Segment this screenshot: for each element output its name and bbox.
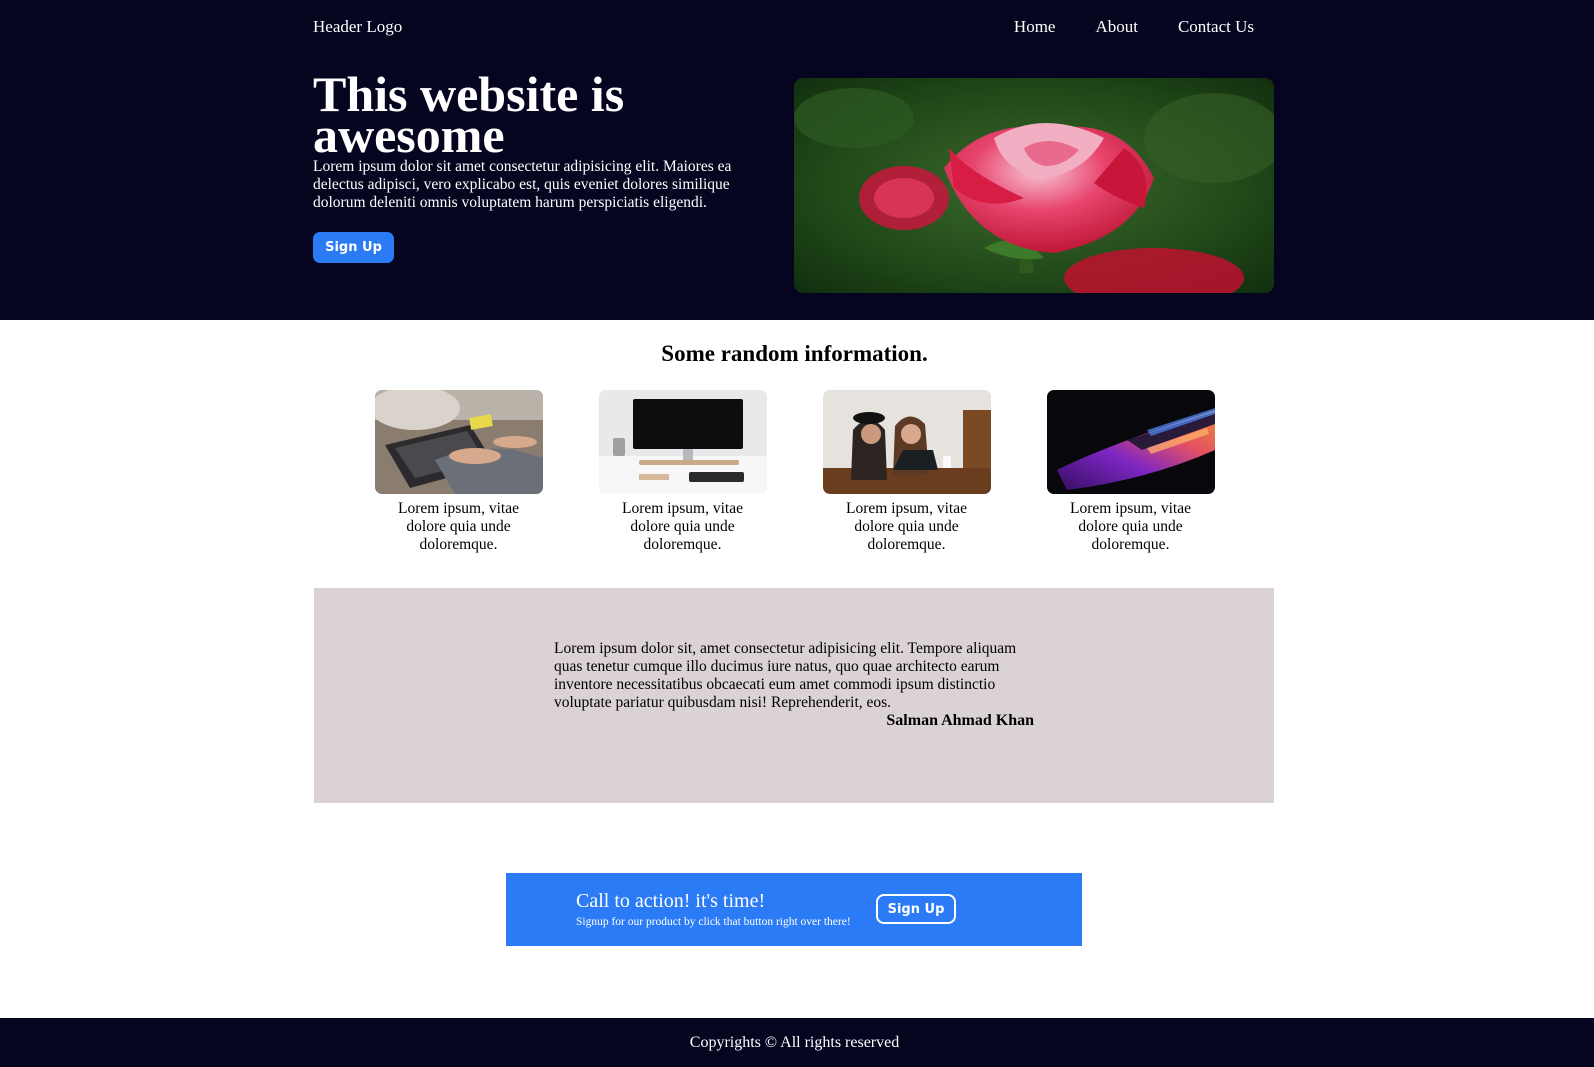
call-to-action-banner: Call to action! it's time! Signup for ou… <box>506 873 1082 946</box>
info-card: Lorem ipsum, vitae dolore quia unde dolo… <box>598 390 767 554</box>
desk-monitor-image <box>598 390 767 494</box>
footer-copyright: Copyrights © All rights reserved <box>689 1034 900 1051</box>
header-logo[interactable]: Header Logo <box>313 17 402 37</box>
nav-about-link[interactable]: About <box>1095 17 1138 37</box>
hero-signup-button[interactable]: Sign Up <box>313 232 394 263</box>
hero-description: Lorem ipsum dolor sit amet consectetur a… <box>313 158 732 211</box>
info-card-text: Lorem ipsum, vitae dolore quia unde dolo… <box>622 500 743 553</box>
info-card: Lorem ipsum, vitae dolore quia unde dolo… <box>374 390 543 554</box>
laptop-typing-image <box>374 390 543 494</box>
info-cards: Lorem ipsum, vitae dolore quia unde dolo… <box>0 390 1589 554</box>
testimonial-quote: Lorem ipsum dolor sit, amet consectetur … <box>554 640 1017 711</box>
cta-signup-button[interactable]: Sign Up <box>876 894 956 924</box>
hero-section: Header Logo Home About Contact Us This w… <box>0 0 1594 320</box>
cta-title: Call to action! it's time! <box>576 890 766 912</box>
info-card: Lorem ipsum, vitae dolore quia unde dolo… <box>1046 390 1215 554</box>
footer: Copyrights © All rights reserved <box>0 1018 1594 1067</box>
hero-rose-image <box>794 78 1274 293</box>
cta-subtitle: Signup for our product by click that but… <box>576 916 851 928</box>
nav-home-link[interactable]: Home <box>1014 17 1056 37</box>
two-women-laptop-image <box>822 390 991 494</box>
info-section-title: Some random information. <box>661 341 928 366</box>
info-card-text: Lorem ipsum, vitae dolore quia unde dolo… <box>398 500 519 553</box>
info-card-text: Lorem ipsum, vitae dolore quia unde dolo… <box>1070 500 1191 553</box>
info-card-text: Lorem ipsum, vitae dolore quia unde dolo… <box>846 500 967 553</box>
testimonial-section: Lorem ipsum dolor sit, amet consectetur … <box>314 588 1274 803</box>
glowing-laptop-image <box>1046 390 1215 494</box>
nav-contact-link[interactable]: Contact Us <box>1178 17 1254 37</box>
main-nav: Home About Contact Us <box>1014 17 1254 37</box>
testimonial-author: Salman Ahmad Khan <box>886 712 1034 729</box>
info-card: Lorem ipsum, vitae dolore quia unde dolo… <box>822 390 991 554</box>
hero-title: This website is awesome <box>313 66 625 163</box>
